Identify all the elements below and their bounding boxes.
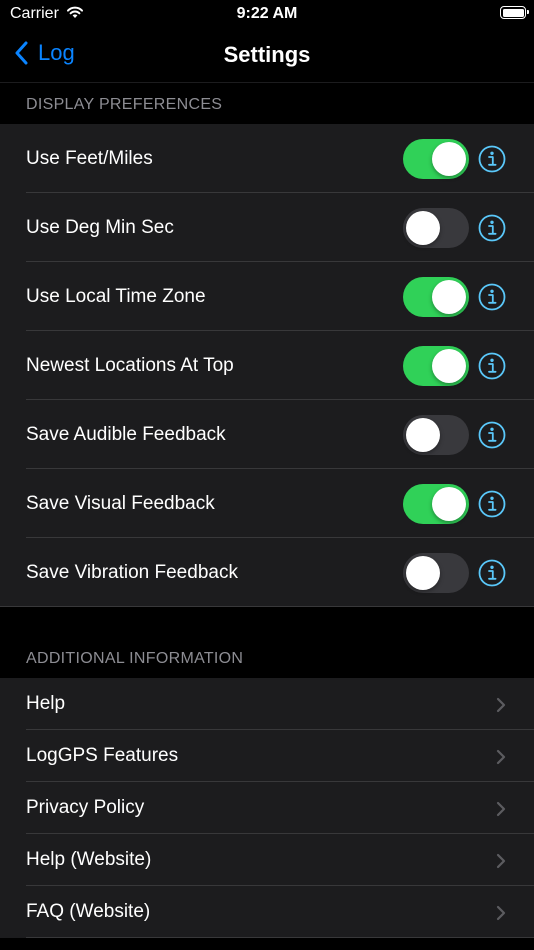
preference-row-save-audible-feedback: Save Audible Feedback: [0, 400, 534, 469]
status-time: 9:22 AM: [236, 5, 298, 22]
toggle-switch[interactable]: [403, 139, 469, 179]
info-row-label: Help: [26, 693, 66, 714]
info-row-help-website[interactable]: Help (Website): [0, 834, 534, 886]
preference-label: Use Local Time Zone: [26, 286, 206, 307]
row-separator: [0, 606, 534, 607]
navigation-bar: Log Settings: [0, 30, 534, 83]
info-row-label: Help (Website): [26, 849, 152, 870]
toggle-knob: [406, 418, 440, 452]
info-circle-icon[interactable]: [478, 145, 506, 173]
info-circle-icon[interactable]: [478, 283, 506, 311]
chevron-right-icon: [496, 853, 506, 869]
toggle-switch[interactable]: [403, 415, 469, 455]
chevron-right-icon: [496, 749, 506, 765]
section-header-display-preferences: DISPLAY PREFERENCES: [26, 96, 223, 113]
info-row-help[interactable]: Help: [0, 678, 534, 730]
preference-row-use-feet-miles: Use Feet/Miles: [0, 124, 534, 193]
status-bar: Carrier 9:22 AM: [0, 0, 534, 30]
toggle-knob: [406, 556, 440, 590]
section-header-additional-information: ADDITIONAL INFORMATION: [26, 650, 244, 667]
preference-label: Use Feet/Miles: [26, 148, 153, 169]
info-row-faq-website[interactable]: FAQ (Website): [0, 886, 534, 938]
preference-row-save-visual-feedback: Save Visual Feedback: [0, 469, 534, 538]
row-separator: [26, 937, 534, 938]
toggle-switch[interactable]: [403, 553, 469, 593]
preference-label: Save Visual Feedback: [26, 493, 215, 514]
additional-information-list: Help LogGPS Features Privacy Policy Help (W…: [0, 678, 534, 938]
toggle-switch[interactable]: [403, 346, 469, 386]
preference-row-use-deg-min-sec: Use Deg Min Sec: [0, 193, 534, 262]
info-circle-icon[interactable]: [478, 352, 506, 380]
toggle-knob: [406, 211, 440, 245]
preference-row-use-local-time-zone: Use Local Time Zone: [0, 262, 534, 331]
toggle-knob: [432, 349, 466, 383]
chevron-right-icon: [496, 697, 506, 713]
info-row-loggps-features[interactable]: LogGPS Features: [0, 730, 534, 782]
info-row-label: LogGPS Features: [26, 745, 179, 766]
preference-label: Save Vibration Feedback: [26, 562, 238, 583]
toggle-knob: [432, 280, 466, 314]
preference-label: Newest Locations At Top: [26, 355, 234, 376]
info-circle-icon[interactable]: [478, 559, 506, 587]
preference-row-newest-locations-at-top: Newest Locations At Top: [0, 331, 534, 400]
preference-label: Use Deg Min Sec: [26, 217, 174, 238]
toggle-switch[interactable]: [403, 484, 469, 524]
chevron-right-icon: [496, 801, 506, 817]
toggle-knob: [432, 142, 466, 176]
info-circle-icon[interactable]: [478, 214, 506, 242]
toggle-switch[interactable]: [403, 208, 469, 248]
chevron-right-icon: [496, 905, 506, 921]
info-circle-icon[interactable]: [478, 490, 506, 518]
toggle-knob: [432, 487, 466, 521]
preference-label: Save Audible Feedback: [26, 424, 226, 445]
preference-row-save-vibration-feedback: Save Vibration Feedback: [0, 538, 534, 607]
info-row-label: Privacy Policy: [26, 797, 145, 818]
info-row-privacy-policy[interactable]: Privacy Policy: [0, 782, 534, 834]
battery-icon: [500, 6, 529, 19]
toggle-switch[interactable]: [403, 277, 469, 317]
info-row-label: FAQ (Website): [26, 901, 151, 922]
info-circle-icon[interactable]: [478, 421, 506, 449]
page-title: Settings: [223, 42, 311, 67]
display-preferences-list: Use Feet/Miles Use Deg Min Sec Use Local T…: [0, 124, 534, 607]
